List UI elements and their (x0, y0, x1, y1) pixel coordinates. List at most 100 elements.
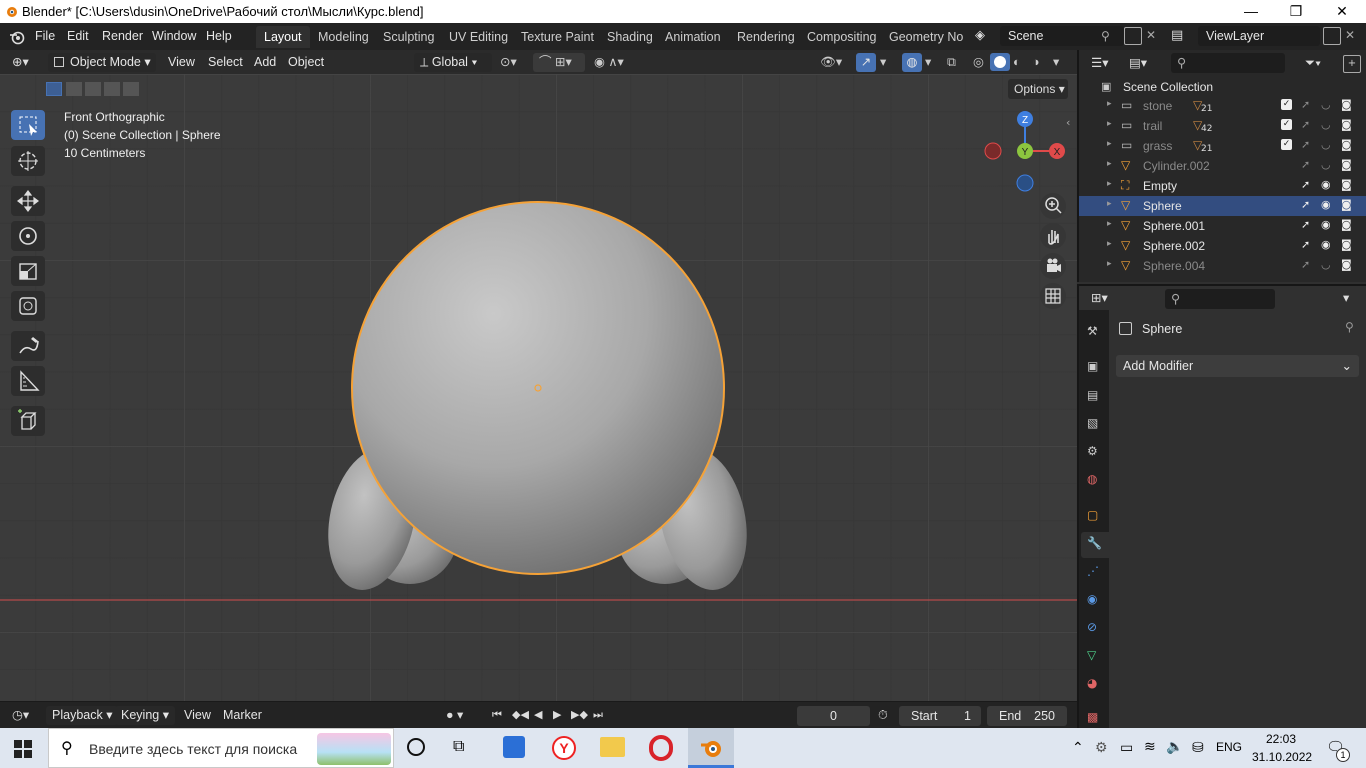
camera-icon[interactable]: ◙ (1341, 218, 1352, 231)
battery-icon[interactable]: ▭ (1120, 739, 1133, 756)
view-layer-selector[interactable]: ViewLayer (1198, 26, 1320, 46)
clock-time[interactable]: 22:03 (1266, 732, 1296, 746)
close-button[interactable]: ✕ (1319, 0, 1365, 23)
blender-taskbar-button[interactable] (688, 728, 734, 768)
menu-file[interactable]: File (35, 29, 55, 43)
eye-icon[interactable]: ◡ (1321, 118, 1331, 131)
menu-object[interactable]: Object (288, 53, 324, 72)
record-icon[interactable]: ● ▾ (446, 706, 463, 725)
jump-end-icon[interactable]: ⏭ (593, 706, 603, 725)
marker-menu[interactable]: Marker (223, 706, 262, 725)
tab-compositing[interactable]: Compositing (799, 26, 884, 48)
shading-dropdown-icon[interactable]: ▾ (1053, 53, 1059, 72)
expand-arrow-icon[interactable]: ▸ (1107, 119, 1112, 129)
preview-range-icon[interactable]: ⏱ (878, 706, 888, 725)
tab-rendering[interactable]: Rendering (729, 26, 803, 48)
scene-tab-icon[interactable]: ⚙ (1087, 444, 1098, 458)
material-shading-icon[interactable]: ◐ (1013, 53, 1021, 72)
visibility-icon[interactable]: 👁▾ (820, 53, 842, 72)
outliner-item[interactable]: ▸ ▽ Sphere.004 ➚ ◡ ◙ (1079, 256, 1366, 276)
output-tab-icon[interactable]: ▤ (1087, 388, 1098, 402)
eye-icon[interactable]: ◡ (1321, 158, 1331, 171)
outliner-item[interactable]: ▸ ▭ grass ▽ 21 ✓ ➚ ◡ ◙ (1079, 136, 1366, 156)
3d-viewport[interactable]: Front Orthographic (0) Scene Collection … (0, 74, 1077, 701)
eye-icon[interactable]: ◡ (1321, 98, 1331, 111)
texture-tab-icon[interactable]: ▩ (1087, 710, 1098, 724)
material-tab-icon[interactable]: ◕ (1087, 676, 1097, 690)
menu-add[interactable]: Add (254, 53, 276, 72)
selectable-icon[interactable]: ➚ (1301, 198, 1310, 211)
menu-edit[interactable]: Edit (67, 29, 89, 43)
selected-sphere[interactable] (351, 201, 725, 575)
view-layer-icon[interactable]: ▤ (1171, 28, 1183, 43)
playback-menu[interactable]: Playback ▾ (46, 706, 119, 725)
rendered-shading-icon[interactable]: ◑ (1032, 53, 1040, 72)
expand-arrow-icon[interactable]: ▸ (1107, 159, 1112, 169)
outliner-item[interactable]: ▸ ⛶ Empty ➚ ◉ ◙ (1079, 176, 1366, 196)
camera-icon[interactable]: ◙ (1341, 178, 1352, 191)
tab-sculpting[interactable]: Sculpting (375, 26, 442, 48)
add-modifier-button[interactable]: Add Modifier ⌄ (1116, 355, 1359, 377)
gizmo-dropdown-icon[interactable]: ▾ (880, 53, 886, 72)
proportional-edit-icon[interactable]: ◉ ∧▾ (594, 53, 624, 72)
wifi-icon[interactable]: ≋ (1144, 738, 1156, 755)
tab-layout[interactable]: Layout (256, 26, 310, 48)
particles-tab-icon[interactable]: ⋰ (1087, 564, 1099, 578)
minimize-button[interactable]: — (1228, 0, 1274, 23)
wireframe-shading-icon[interactable]: ◎ (973, 53, 984, 72)
opera-icon[interactable] (649, 735, 673, 761)
editor-type-icon[interactable]: ⊕▾ (12, 53, 29, 72)
jump-start-icon[interactable]: ⏮ (492, 706, 502, 725)
checkbox-icon[interactable]: ✓ (1281, 99, 1292, 110)
onedrive-icon[interactable]: ⛁ (1192, 739, 1204, 756)
store-icon[interactable] (503, 736, 525, 758)
outliner-editor-icon[interactable]: ☰▾ (1091, 54, 1108, 73)
ortho-toggle-button[interactable] (1040, 283, 1066, 309)
constraints-tab-icon[interactable]: ⊘ (1087, 620, 1097, 634)
camera-icon[interactable]: ◙ (1341, 198, 1352, 211)
mode-selector[interactable]: Object Mode ▾ (48, 53, 156, 72)
timeline-view-menu[interactable]: View (184, 706, 211, 725)
menu-help[interactable]: Help (206, 29, 232, 43)
physics-tab-icon[interactable]: ◉ (1087, 592, 1097, 606)
language-indicator[interactable]: ENG (1216, 740, 1242, 754)
expand-arrow-icon[interactable]: ▸ (1107, 179, 1112, 189)
view-layer-tab-icon[interactable]: ▧ (1087, 416, 1098, 430)
eye-icon[interactable]: ◡ (1321, 258, 1331, 271)
task-view-icon[interactable]: ⧉ (453, 738, 464, 756)
menu-view[interactable]: View (168, 53, 195, 72)
scene-icon[interactable]: ◈ (975, 28, 999, 46)
selectable-icon[interactable]: ➚ (1301, 118, 1310, 131)
windows-start-icon[interactable] (14, 740, 32, 758)
gizmo-neg-x[interactable] (984, 142, 1002, 160)
zoom-button[interactable] (1040, 193, 1066, 219)
scene-collection-label[interactable]: Scene Collection (1123, 80, 1213, 94)
keying-menu[interactable]: Keying ▾ (115, 706, 175, 725)
delete-scene-icon[interactable]: ✕ (1146, 28, 1156, 42)
tab-texture-paint[interactable]: Texture Paint (513, 26, 602, 48)
play-reverse-icon[interactable]: ◀ (534, 706, 542, 725)
outliner-item[interactable]: ▸ ▽ Sphere ➚ ◉ ◙ (1079, 196, 1366, 216)
object-tab-icon[interactable]: ▢ (1087, 508, 1098, 522)
delete-view-layer-icon[interactable]: ✕ (1345, 28, 1355, 42)
render-tab-icon[interactable]: ▣ (1087, 359, 1098, 373)
camera-view-button[interactable] (1040, 253, 1066, 279)
clock-date[interactable]: 31.10.2022 (1252, 750, 1312, 764)
start-frame-field[interactable]: Start 1 (899, 706, 981, 726)
outliner-item[interactable]: ▸ ▽ Sphere.002 ➚ ◉ ◙ (1079, 236, 1366, 256)
selectable-icon[interactable]: ➚ (1301, 218, 1310, 231)
selectable-icon[interactable]: ➚ (1301, 178, 1310, 191)
pin-icon[interactable]: ⚲ (1345, 320, 1354, 334)
tab-animation[interactable]: Animation (657, 26, 729, 48)
gizmo-neg-z[interactable] (1016, 174, 1034, 192)
checkbox-icon[interactable]: ✓ (1281, 139, 1292, 150)
pivot-point-icon[interactable]: ⊙▾ (500, 53, 517, 72)
xray-toggle-icon[interactable]: ⧉ (947, 53, 956, 72)
camera-icon[interactable]: ◙ (1341, 138, 1352, 151)
expand-arrow-icon[interactable]: ▸ (1107, 259, 1112, 269)
camera-icon[interactable]: ◙ (1341, 118, 1352, 131)
navigation-gizmo[interactable]: Z X Y (982, 110, 1067, 195)
file-explorer-icon[interactable] (600, 737, 625, 757)
eye-icon[interactable]: ◡ (1321, 138, 1331, 151)
menu-select[interactable]: Select (208, 53, 243, 72)
